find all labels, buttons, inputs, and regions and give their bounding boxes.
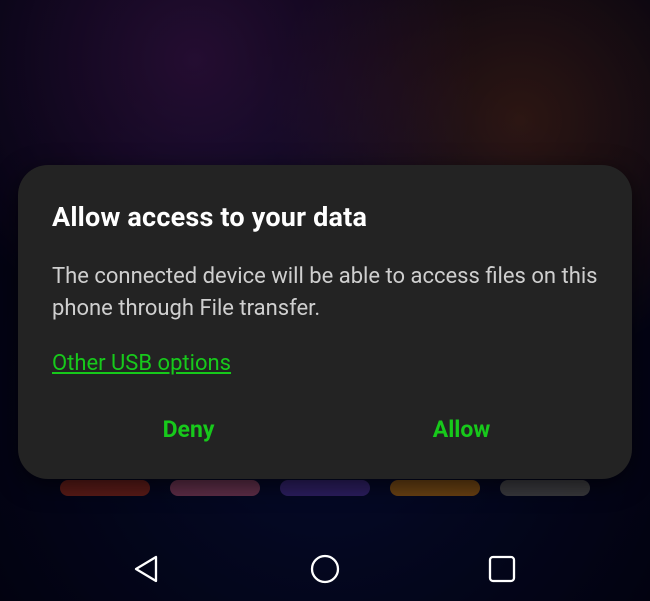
dialog-title: Allow access to your data [52,201,598,233]
dialog-actions: Deny Allow [52,404,598,459]
dialog-body-text: The connected device will be able to acc… [52,261,598,325]
home-button[interactable] [303,547,347,591]
deny-button[interactable]: Deny [52,404,325,459]
recents-square-icon [480,547,524,591]
home-circle-icon [303,547,347,591]
system-nav-bar [0,537,650,601]
other-usb-options-link[interactable]: Other USB options [52,351,231,376]
back-button[interactable] [126,547,170,591]
usb-access-dialog: Allow access to your data The connected … [18,165,632,479]
recents-button[interactable] [480,547,524,591]
back-triangle-icon [126,547,170,591]
allow-button[interactable]: Allow [325,404,598,459]
home-screen: Allow access to your data The connected … [0,0,650,601]
